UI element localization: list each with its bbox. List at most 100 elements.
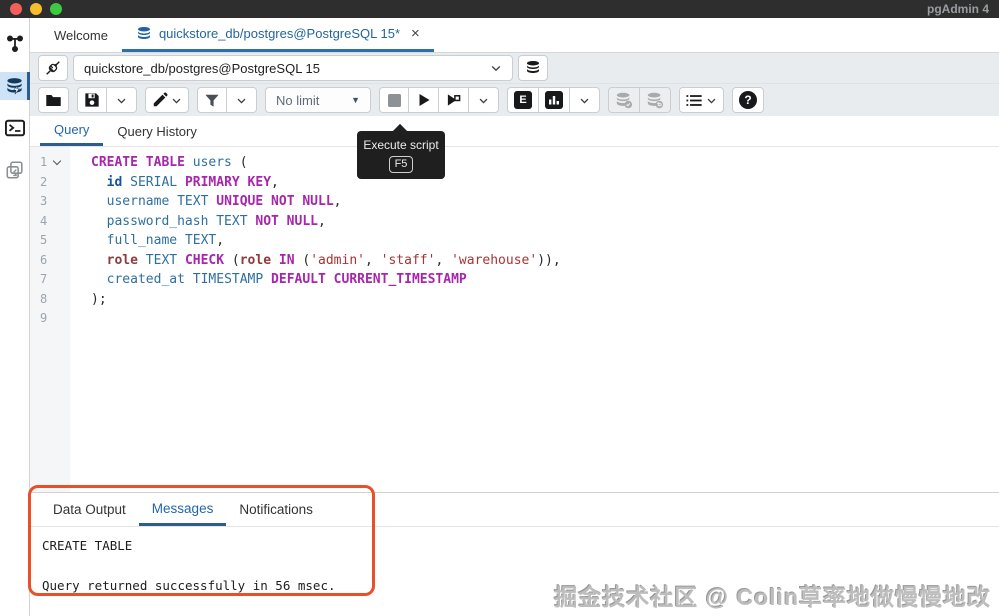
query-tool-icon — [5, 77, 24, 96]
sidebar-item-query-tool[interactable] — [0, 72, 30, 100]
schema-diff-icon — [5, 160, 25, 180]
code-line: role TEXT CHECK (role IN ('admin', 'staf… — [106, 252, 561, 268]
execute-query-button[interactable] — [439, 87, 469, 113]
chevron-down-icon — [236, 95, 247, 106]
tab-messages-label: Messages — [151, 500, 214, 516]
tab-query[interactable]: Query — [40, 116, 104, 146]
new-connection-button[interactable] — [518, 55, 548, 81]
database-check-icon — [615, 92, 633, 109]
window-close-button[interactable] — [10, 3, 22, 15]
filter-button[interactable] — [197, 87, 227, 113]
line-number: 4 — [40, 213, 48, 228]
explain-button[interactable]: E — [507, 87, 539, 113]
cancel-query-button[interactable] — [379, 87, 409, 113]
tooltip-label: Execute script — [363, 137, 439, 152]
save-menu-button[interactable] — [107, 87, 137, 113]
tab-query-tool[interactable]: quickstore_db/postgres@PostgreSQL 15* × — [121, 18, 434, 52]
funnel-icon — [204, 93, 220, 108]
tab-data-output[interactable]: Data Output — [40, 493, 139, 526]
filter-menu-button[interactable] — [227, 87, 257, 113]
line-number: 1 — [30, 153, 70, 173]
save-icon — [84, 92, 100, 108]
output-tab-bar: Data Output Messages Notifications — [30, 493, 999, 527]
tab-query-history[interactable]: Query History — [103, 116, 210, 146]
execute-script-tooltip: Execute script F5 — [357, 131, 445, 179]
question-icon: ? — [739, 91, 757, 109]
explain-icon: E — [514, 91, 532, 109]
f5-keycap: F5 — [388, 155, 414, 173]
object-explorer-icon — [5, 34, 25, 54]
window-controls — [10, 3, 62, 15]
execute-menu-button[interactable] — [469, 87, 499, 113]
window-zoom-button[interactable] — [50, 3, 62, 15]
chevron-down-icon — [171, 95, 182, 106]
caret-down-icon: ▼ — [351, 95, 360, 105]
sidebar-item-object-explorer[interactable] — [0, 30, 30, 58]
chevron-down-icon — [490, 62, 502, 74]
macros-button[interactable] — [679, 87, 724, 113]
rollback-button[interactable] — [640, 87, 671, 113]
limit-select[interactable]: No limit ▼ — [265, 87, 371, 113]
execute-script-button[interactable] — [409, 87, 439, 113]
query-tab-bar: Query Query History — [30, 116, 999, 147]
code-line: password_hash TEXT NOT NULL, — [106, 213, 326, 229]
commit-button[interactable] — [608, 87, 640, 113]
tab-welcome[interactable]: Welcome — [40, 18, 122, 52]
line-number: 8 — [40, 291, 48, 306]
numbered-list-icon — [686, 93, 703, 108]
tab-welcome-label: Welcome — [54, 27, 108, 43]
line-number: 2 — [40, 174, 48, 189]
window-minimize-button[interactable] — [30, 3, 42, 15]
close-icon[interactable]: × — [411, 25, 420, 42]
app-title: pgAdmin 4 — [927, 2, 989, 16]
limit-select-value: No limit — [276, 92, 320, 108]
query-toolbar: No limit ▼ E ? — [30, 84, 999, 116]
line-number: 5 — [40, 233, 48, 247]
message-line — [42, 556, 987, 576]
edit-menu-button[interactable] — [145, 87, 189, 113]
watermark-text: 掘金技术社区 @ Colin草率地做慢慢地改 — [554, 584, 991, 610]
tab-data-output-label: Data Output — [53, 502, 126, 517]
activity-bar — [0, 18, 30, 616]
connection-status-button[interactable] — [38, 55, 68, 81]
line-number: 3 — [40, 194, 48, 208]
sidebar-item-psql-tool[interactable] — [0, 114, 30, 142]
explain-menu-button[interactable] — [570, 87, 600, 113]
chevron-down-icon — [116, 95, 127, 106]
explain-analyze-button[interactable] — [539, 87, 570, 113]
line-number: 7 — [40, 272, 48, 286]
editor-gutter: 12 3 4 5 6 7 8 9 — [30, 147, 70, 492]
code-line: full_name TEXT, — [106, 233, 225, 248]
folder-icon — [45, 93, 62, 108]
code-area[interactable]: CREATE TABLE users ( id SERIAL PRIMARY K… — [70, 147, 999, 492]
code-line: username TEXT UNIQUE NOT NULL, — [106, 194, 342, 209]
stop-icon — [387, 93, 401, 107]
sidebar-item-schema-diff[interactable] — [0, 156, 30, 184]
connection-select-value: quickstore_db/postgres@PostgreSQL 15 — [84, 60, 321, 76]
database-icon — [136, 26, 152, 42]
connection-select[interactable]: quickstore_db/postgres@PostgreSQL 15 — [73, 55, 513, 81]
plug-icon — [44, 59, 62, 77]
chevron-down-icon — [478, 95, 489, 106]
sql-editor[interactable]: 12 3 4 5 6 7 8 9 CREATE TABLE users ( id SERIAL… — [30, 147, 999, 492]
chevron-down-icon — [706, 95, 717, 106]
tab-messages[interactable]: Messages — [138, 493, 227, 526]
play-icon — [417, 93, 431, 107]
fold-arrow-icon[interactable] — [52, 157, 62, 166]
tab-query-history-label: Query History — [117, 123, 197, 139]
chevron-down-icon — [579, 95, 590, 106]
tab-notifications-label: Notifications — [239, 502, 313, 517]
save-button[interactable] — [77, 87, 107, 113]
code-line: ); — [91, 291, 107, 307]
code-line: id SERIAL PRIMARY KEY, — [106, 174, 279, 190]
message-line: CREATE TABLE — [42, 538, 133, 553]
line-number: 9 — [40, 311, 48, 325]
line-number: 6 — [40, 252, 48, 267]
help-button[interactable]: ? — [732, 87, 764, 113]
window-titlebar: pgAdmin 4 — [0, 0, 999, 18]
database-icon — [525, 60, 541, 76]
tab-notifications[interactable]: Notifications — [226, 493, 326, 526]
open-file-button[interactable] — [38, 87, 69, 113]
pencil-icon — [152, 92, 168, 108]
